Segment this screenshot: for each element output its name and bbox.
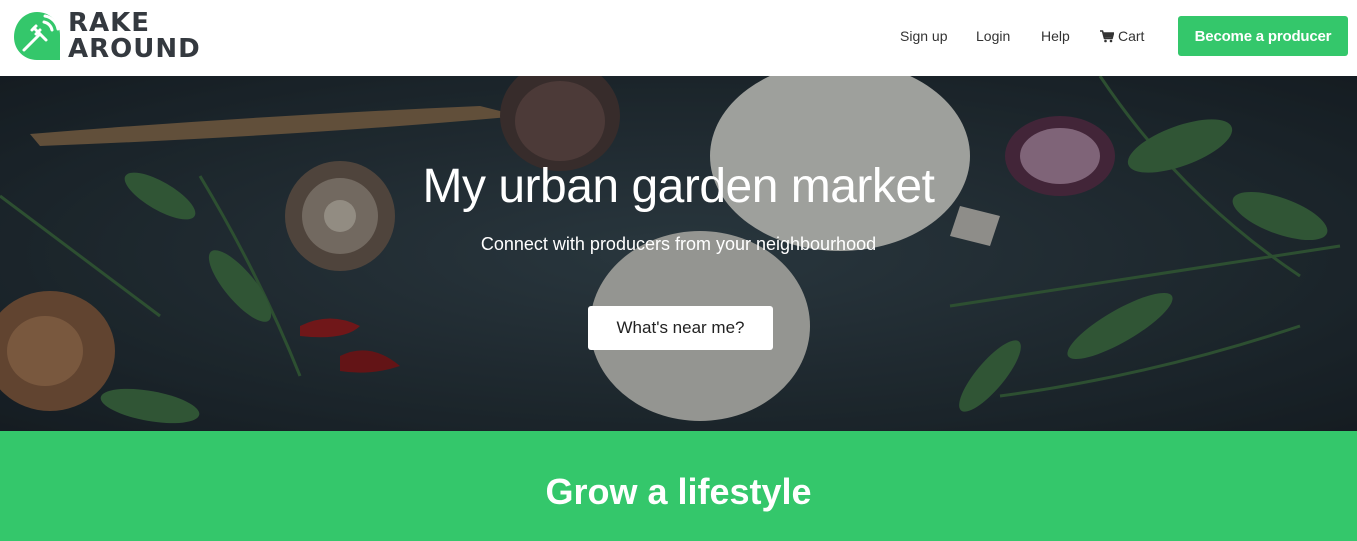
- brand-line-1: RAKE: [68, 8, 151, 38]
- top-navbar: RAKE AROUND Sign up Login Help Cart Beco…: [0, 0, 1357, 76]
- become-producer-button[interactable]: Become a producer: [1178, 16, 1348, 56]
- band-title: Grow a lifestyle: [545, 471, 812, 512]
- lifestyle-band: Grow a lifestyle: [0, 431, 1357, 541]
- hero-section: My urban garden market Connect with prod…: [0, 76, 1357, 431]
- brand-logo[interactable]: RAKE AROUND: [12, 10, 201, 62]
- brand-line-2: AROUND: [68, 34, 201, 64]
- whats-near-me-button[interactable]: What's near me?: [588, 306, 773, 350]
- nav-login-link[interactable]: Login: [976, 28, 1010, 44]
- hero-subtitle: Connect with producers from your neighbo…: [480, 234, 877, 254]
- nav-cart-link[interactable]: Cart: [1100, 28, 1144, 44]
- brand-name: RAKE AROUND: [68, 10, 201, 62]
- nav-cart-label: Cart: [1118, 28, 1145, 44]
- nav-help-link[interactable]: Help: [1041, 28, 1070, 44]
- cart-icon: [1100, 29, 1114, 42]
- nav-signup-link[interactable]: Sign up: [900, 28, 947, 44]
- hero-title: My urban garden market: [422, 160, 935, 213]
- rake-logo-icon: [14, 12, 60, 60]
